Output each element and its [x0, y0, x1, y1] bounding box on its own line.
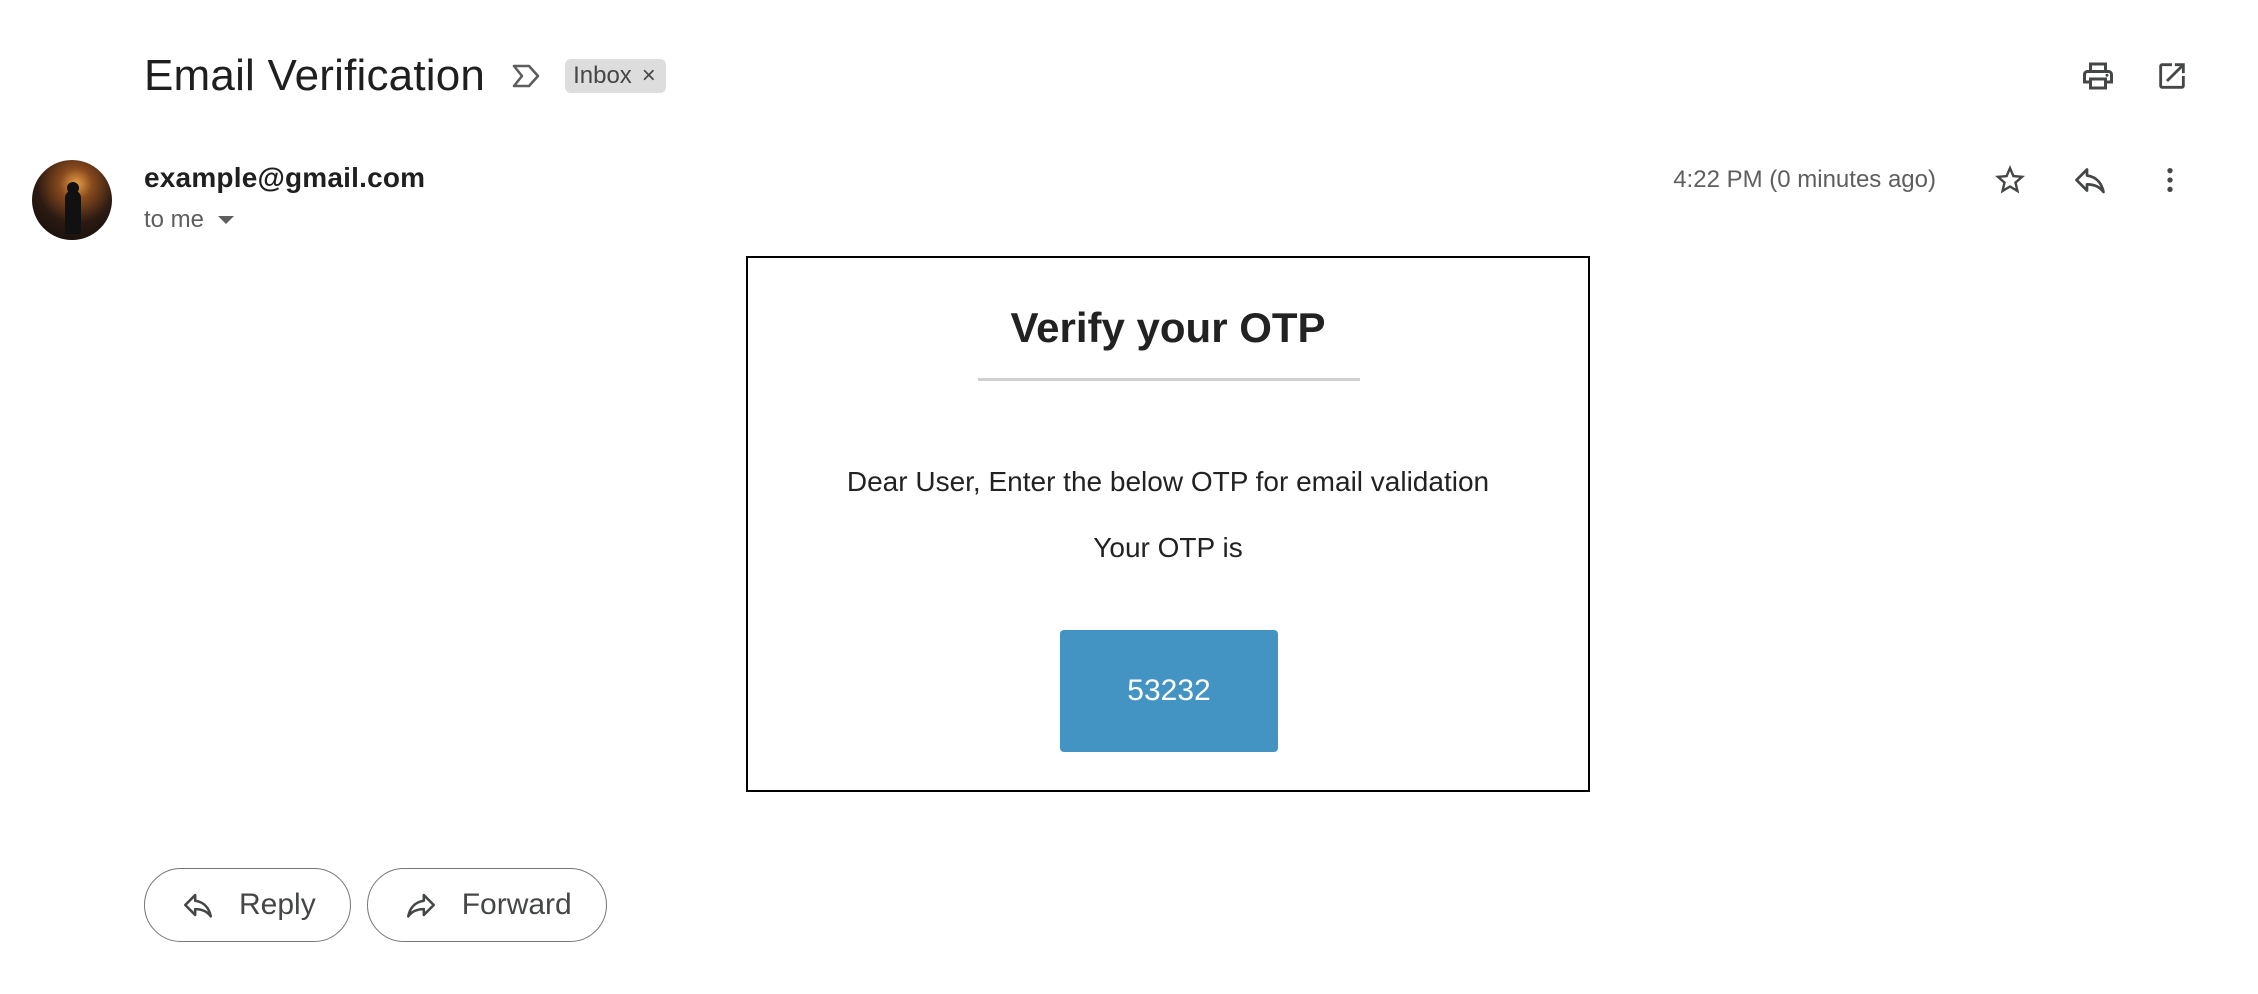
forward-button-label: Forward — [461, 888, 572, 921]
open-in-new-window-button[interactable] — [2146, 50, 2198, 102]
otp-code-box: 53232 — [1060, 630, 1278, 752]
otp-label: Your OTP is — [1093, 532, 1243, 563]
email-subject: Email Verification — [144, 51, 486, 100]
avatar-figure-body — [65, 190, 81, 234]
print-button[interactable] — [2072, 50, 2124, 102]
email-body-card: Verify your OTP Dear User, Enter the bel… — [746, 256, 1590, 792]
email-view: Email Verification Inbox × example@gmail… — [0, 0, 2258, 994]
header-actions — [2050, 50, 2198, 102]
reply-icon-button[interactable] — [2064, 154, 2116, 206]
forward-button[interactable]: Forward — [366, 868, 607, 942]
sender-avatar[interactable] — [32, 160, 112, 240]
reply-button-label: Reply — [239, 888, 316, 921]
forward-icon — [406, 893, 435, 918]
open-in-new-icon — [2159, 63, 2185, 89]
more-vert-icon — [2167, 168, 2173, 192]
star-button[interactable] — [1984, 154, 2036, 206]
more-options-button[interactable] — [2144, 154, 2196, 206]
reply-icon — [183, 893, 213, 918]
remove-label-button[interactable]: × — [642, 62, 656, 90]
print-icon — [2083, 62, 2113, 90]
star-outline-icon — [1995, 165, 2025, 194]
subject-row: Email Verification Inbox × — [144, 48, 666, 104]
sender-email[interactable]: example@gmail.com — [144, 162, 425, 194]
sender-block: example@gmail.com to me — [144, 162, 425, 234]
label-chip-inbox: Inbox × — [565, 59, 666, 93]
label-chip-text: Inbox — [573, 62, 632, 89]
recipient-text: to me — [144, 206, 205, 233]
chevron-down-icon — [218, 216, 235, 224]
importance-marker-icon[interactable] — [509, 59, 543, 93]
reply-icon — [2075, 168, 2105, 194]
title-divider — [978, 378, 1360, 381]
message-meta: 4:22 PM (0 minutes ago) — [1673, 154, 2196, 206]
recipient-details-toggle[interactable]: to me — [144, 206, 425, 234]
message-timestamp: 4:22 PM (0 minutes ago) — [1673, 166, 1936, 193]
otp-message: Dear User, Enter the below OTP for email… — [846, 466, 1490, 497]
reply-button[interactable]: Reply — [144, 868, 351, 942]
otp-title: Verify your OTP — [1010, 304, 1326, 351]
footer-actions: Reply Forward — [144, 868, 623, 942]
